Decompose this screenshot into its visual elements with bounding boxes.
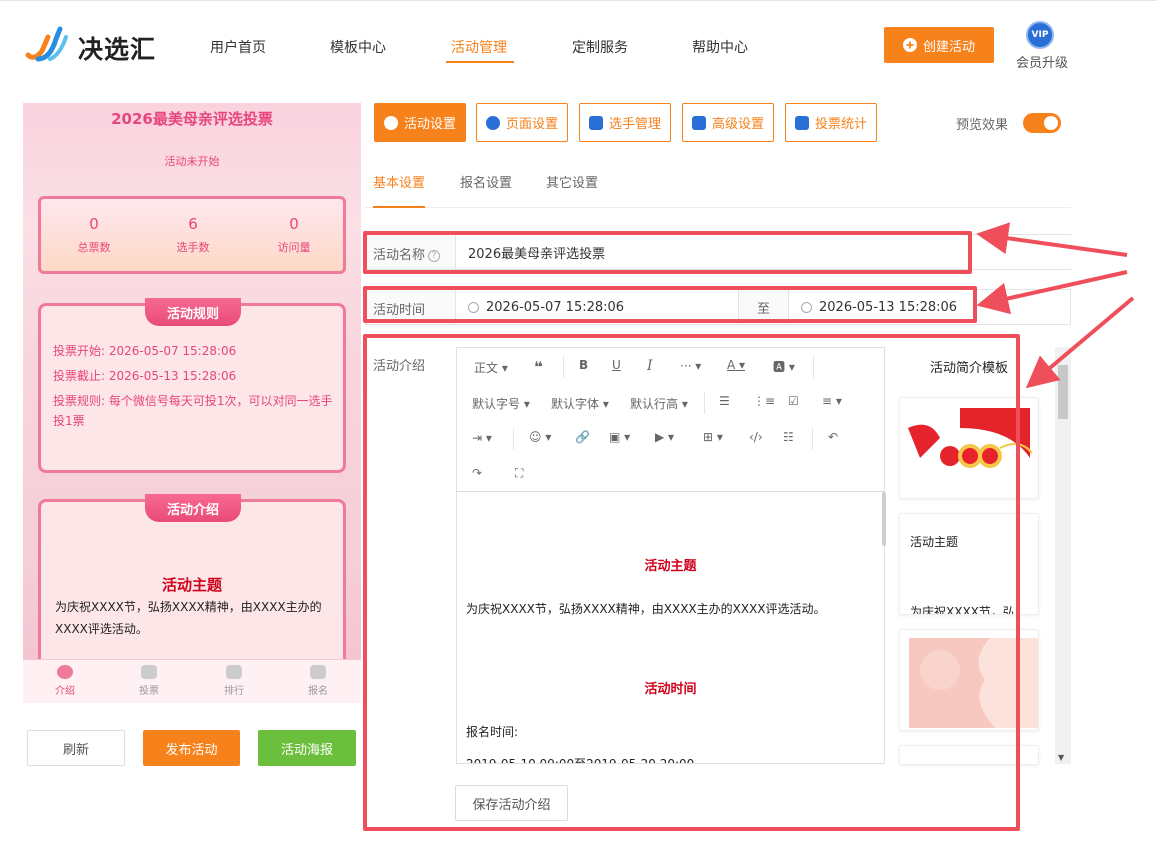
tab-vote[interactable]: 投票	[119, 665, 179, 697]
sliders-icon	[691, 115, 706, 130]
nav-custom-service[interactable]: 定制服务	[572, 37, 628, 57]
tab-advanced-settings[interactable]: 高级设置	[682, 103, 774, 142]
poster-button[interactable]: 活动海报	[258, 730, 356, 766]
stats-panel: 0 总票数 6 选手数 0 访问量	[38, 196, 346, 274]
tab-vote-statistics[interactable]: 投票统计	[785, 103, 877, 142]
rule-vote-end: 投票截止: 2026-05-13 15:28:06	[53, 369, 237, 383]
preview-title: 2026最美母亲评选投票	[111, 110, 273, 128]
subtab-other[interactable]: 其它设置	[546, 172, 598, 191]
stat-visits: 0 访问量	[277, 215, 311, 254]
nav-activity-management[interactable]: 活动管理	[451, 37, 507, 57]
tab-signup[interactable]: 报名	[288, 665, 348, 697]
intro-heading: 活动主题	[161, 576, 222, 594]
nav-active-underline	[446, 61, 514, 63]
tab-rank[interactable]: 排行	[204, 665, 264, 697]
subtab-signup[interactable]: 报名设置	[460, 172, 512, 191]
subtab-divider	[365, 207, 1071, 208]
annotation-box-intro	[363, 334, 1020, 831]
preview-toggle[interactable]	[1023, 113, 1061, 133]
star-icon	[383, 115, 398, 130]
tab-intro[interactable]: 介绍	[35, 665, 95, 697]
vip-icon[interactable]: VIP	[1026, 21, 1054, 49]
rules-card: 活动规则 投票开始: 2026-05-07 15:28:06 投票截止: 202…	[38, 298, 346, 473]
subtab-active-underline	[373, 206, 425, 208]
preview-toggle-label: 预览效果	[956, 118, 1009, 133]
template-scrollbar[interactable]: ▼	[1055, 347, 1071, 764]
preview-status: 活动未开始	[164, 155, 220, 168]
bar-chart-icon	[794, 115, 809, 130]
nav-user-home[interactable]: 用户首页	[210, 37, 266, 57]
signup-icon	[310, 665, 326, 679]
subtab-basic[interactable]: 基本设置	[373, 172, 425, 191]
phone-preview: 2026最美母亲评选投票 活动未开始 0 总票数 6 选手数 0 访问量 活动规则 投…	[23, 103, 361, 703]
annotation-box-time	[363, 286, 977, 323]
plus-circle-icon	[902, 38, 917, 52]
tab-activity-settings[interactable]: 活动设置	[374, 103, 466, 142]
brand-name: 决选汇	[78, 35, 157, 64]
stat-contestants: 6 选手数	[176, 215, 210, 254]
rank-icon	[226, 665, 242, 679]
heart-icon	[57, 665, 73, 679]
gear-icon	[485, 115, 500, 130]
rules-tag: 活动规则	[145, 298, 241, 326]
top-border	[0, 0, 1157, 4]
nav-help-center[interactable]: 帮助中心	[692, 37, 748, 57]
users-icon	[588, 115, 603, 130]
annotation-box-name	[363, 231, 972, 274]
intro-card: 活动介绍 活动主题 为庆祝XXXX节，弘扬XXXX精神，由XXXX主办的XXXX…	[38, 494, 346, 674]
tab-contestant-management[interactable]: 选手管理	[579, 103, 671, 142]
intro-paragraph: 为庆祝XXXX节，弘扬XXXX精神，由XXXX主办的XXXX评选活动。	[55, 600, 322, 636]
tab-page-settings[interactable]: 页面设置	[476, 103, 568, 142]
rule-vote-start: 投票开始: 2026-05-07 15:28:06	[53, 344, 237, 358]
rule-vote-policy: 投票规则: 每个微信号每天可投1次，可以对同一选手投1票	[53, 394, 333, 428]
nav-template-center[interactable]: 模板中心	[330, 37, 386, 57]
refresh-button[interactable]: 刷新	[27, 730, 125, 766]
publish-button[interactable]: 发布活动	[143, 730, 240, 766]
vote-icon	[141, 665, 157, 679]
stat-total-votes: 0 总票数	[77, 215, 111, 254]
create-activity-label: 创建活动	[922, 39, 975, 55]
preview-tabbar: 介绍 投票 排行 报名	[23, 659, 361, 703]
vip-upgrade-link[interactable]: 会员升级	[1016, 52, 1068, 71]
logo-icon	[25, 26, 68, 62]
intro-tag: 活动介绍	[145, 494, 241, 522]
create-activity-button[interactable]: 创建活动	[884, 27, 994, 63]
